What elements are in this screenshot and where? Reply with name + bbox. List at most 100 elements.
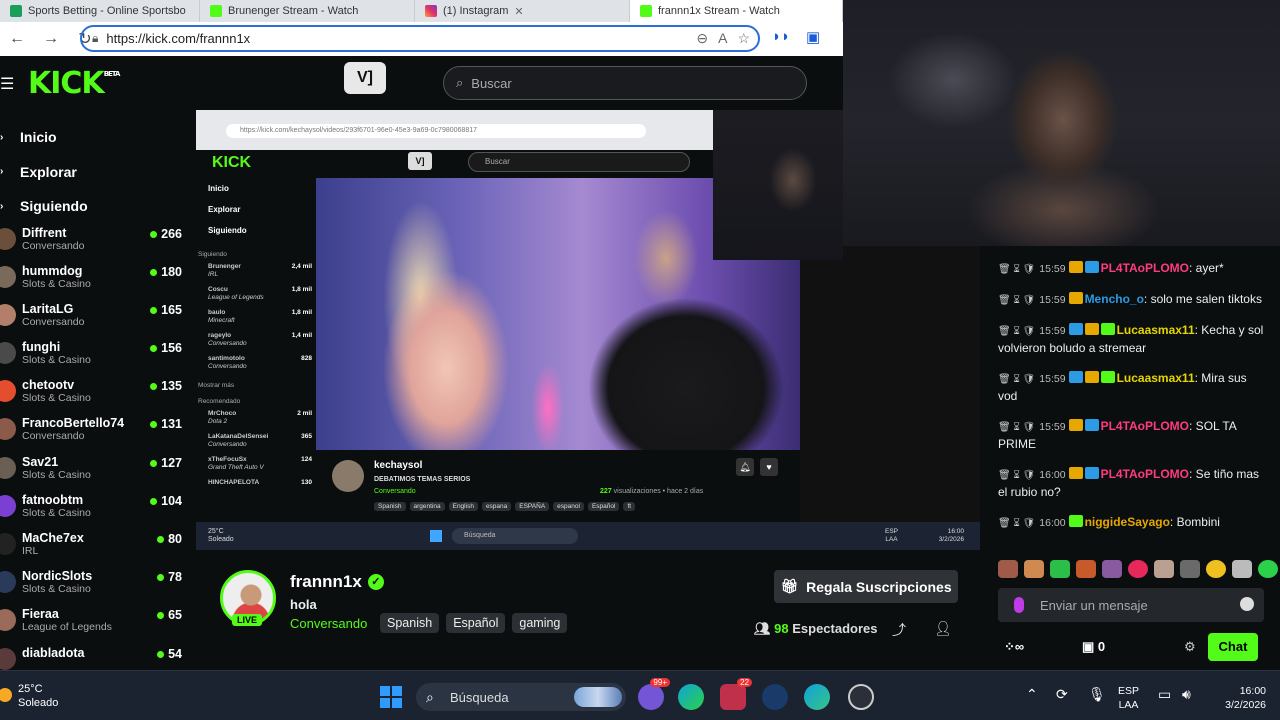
emote-icon[interactable] bbox=[1180, 560, 1200, 578]
taskbar-search[interactable]: ⌕ Búsqueda bbox=[416, 683, 626, 711]
sidebar-item-explorar[interactable]: › Explorar bbox=[0, 155, 190, 190]
kick-logo[interactable]: KICKBETA bbox=[28, 66, 120, 101]
moderation-icons[interactable]: 🗑︎ ⏳︎ 🛡︎ bbox=[998, 470, 1035, 481]
chat-username[interactable]: Lucaasmax11 bbox=[1117, 323, 1195, 337]
emote-icon[interactable] bbox=[1128, 560, 1148, 578]
chat-username[interactable]: PL4TAoPLOMO bbox=[1101, 261, 1189, 275]
send-chat-button[interactable]: Chat bbox=[1208, 633, 1258, 661]
weather-widget[interactable]: 25°C Soleado bbox=[0, 682, 58, 710]
chat-username[interactable]: PL4TAoPLOMO bbox=[1101, 467, 1189, 481]
emote-icon[interactable] bbox=[1154, 560, 1174, 578]
tab-frannn1x[interactable]: frannn1x Stream - Watch bbox=[630, 0, 843, 22]
channel-name[interactable]: frannn1x ✓ bbox=[290, 572, 384, 592]
sidebar-channel[interactable]: NordicSlots Slots & Casino 78 bbox=[0, 567, 190, 605]
tab-brunenger[interactable]: Brunenger Stream - Watch bbox=[200, 0, 415, 22]
moderation-icons[interactable]: 🗑︎ ⏳︎ 🛡︎ bbox=[998, 422, 1035, 433]
gift-counter[interactable]: ▣ 0 bbox=[1082, 639, 1105, 655]
category-link[interactable]: Conversando bbox=[290, 616, 367, 631]
sidebar-channel[interactable]: diabladota 54 bbox=[0, 644, 190, 670]
avatar bbox=[0, 303, 16, 326]
read-aloud-icon[interactable]: A bbox=[718, 30, 727, 47]
chat-text: : Bombini bbox=[1169, 515, 1220, 529]
edge-dev-icon[interactable] bbox=[804, 684, 830, 710]
gift-subscriptions-button[interactable]: 🎁︎ Regala Suscripciones bbox=[774, 570, 958, 603]
chevron-right-icon: › bbox=[0, 200, 4, 212]
favorite-star-icon[interactable]: ☆ bbox=[737, 30, 750, 47]
sidebar-item-siguiendo[interactable]: › Siguiendo bbox=[0, 189, 190, 224]
moderation-icons[interactable]: 🗑︎ ⏳︎ 🛡︎ bbox=[998, 264, 1035, 275]
zoom-icon[interactable]: ⊖ bbox=[696, 30, 708, 47]
emote-icon[interactable] bbox=[998, 560, 1018, 578]
emoji-icon[interactable] bbox=[1240, 597, 1254, 611]
moderation-icons[interactable]: 🗑︎ ⏳︎ 🛡︎ bbox=[998, 295, 1035, 306]
tag-chip[interactable]: gaming bbox=[512, 613, 568, 633]
stream-title-text: hola bbox=[290, 597, 317, 612]
search-input[interactable]: ⌕ Buscar bbox=[443, 66, 807, 100]
kick-favicon bbox=[210, 5, 222, 17]
sidebar-channel[interactable]: Diffrent Conversando 266 bbox=[0, 224, 190, 262]
chat-badge-icon bbox=[1068, 371, 1083, 383]
menu-icon[interactable]: ☰ bbox=[0, 74, 14, 94]
windows-start-icon[interactable] bbox=[380, 686, 402, 708]
microphone-icon[interactable]: 🎙︎ bbox=[1088, 686, 1106, 703]
url-input[interactable]: 🔒︎ https://kick.com/frannn1x ⊖ A ☆ bbox=[80, 25, 760, 52]
chat-input[interactable]: Enviar un mensaje bbox=[998, 588, 1264, 622]
sidebar-channel[interactable]: Fieraa League of Legends 65 bbox=[0, 605, 190, 643]
chevron-up-icon[interactable]: ⌃ bbox=[1026, 686, 1038, 703]
steam-icon[interactable] bbox=[762, 684, 788, 710]
forward-icon[interactable]: → bbox=[34, 30, 68, 48]
sidebar-channel[interactable]: hummdog Slots & Casino 180 bbox=[0, 262, 190, 300]
emote-icon[interactable] bbox=[1232, 560, 1252, 578]
sidebar-channel[interactable]: funghi Slots & Casino 156 bbox=[0, 338, 190, 376]
chat-username[interactable]: Lucaasmax11 bbox=[1117, 371, 1195, 385]
extension-icon-2[interactable]: ▣ bbox=[806, 28, 820, 46]
chat-panel: 🗑︎ ⏳︎ 🛡︎ 15:59 PL4TAoPLOMO: ayer* 🗑︎ ⏳︎ 🛡︎ 1… bbox=[980, 246, 1280, 670]
chat-message-list: 🗑︎ ⏳︎ 🛡︎ 15:59 PL4TAoPLOMO: ayer* 🗑︎ ⏳︎ 🛡︎ 1… bbox=[980, 246, 1280, 532]
tag-chip[interactable]: Spanish bbox=[380, 613, 440, 633]
sync-icon[interactable]: ⟳ bbox=[1056, 686, 1068, 703]
moderation-icons[interactable]: 🗑︎ ⏳︎ 🛡︎ bbox=[998, 326, 1035, 337]
sidebar-channel[interactable]: Sav21 Slots & Casino 127 bbox=[0, 453, 190, 491]
emote-icon[interactable] bbox=[1076, 560, 1096, 578]
channel-category: Slots & Casino bbox=[22, 506, 91, 519]
edge-icon[interactable] bbox=[678, 684, 704, 710]
chat-username[interactable]: PL4TAoPLOMO bbox=[1101, 419, 1189, 433]
close-tab-icon[interactable]: ✕ bbox=[514, 5, 523, 18]
microphone-icon[interactable] bbox=[1014, 597, 1024, 613]
back-icon[interactable]: ← bbox=[0, 30, 34, 48]
tab-sports-betting[interactable]: Sports Betting - Online Sportsbo bbox=[0, 0, 200, 22]
app-icon-messenger[interactable]: 99+ bbox=[638, 678, 670, 710]
moderation-icons[interactable]: 🗑︎ ⏳︎ 🛡︎ bbox=[998, 374, 1035, 385]
monitor-icon[interactable]: ▭ bbox=[1158, 686, 1171, 703]
share-icon[interactable]: ⤴ bbox=[892, 620, 906, 640]
emote-icon[interactable] bbox=[1050, 560, 1070, 578]
telegram-badge: 22 bbox=[737, 678, 752, 687]
emote-icon[interactable] bbox=[1102, 560, 1122, 578]
emote-icon[interactable] bbox=[1206, 560, 1226, 578]
follow-icon[interactable]: 👤︎ bbox=[934, 620, 952, 637]
app-icon-telegram[interactable]: 22 bbox=[720, 678, 752, 710]
channel-points[interactable]: ⁘∞ bbox=[1004, 639, 1024, 655]
chat-username[interactable]: Mencho_o bbox=[1085, 292, 1144, 306]
tab-instagram[interactable]: (1) Instagram ✕ bbox=[415, 0, 630, 22]
sidebar-channel[interactable]: chetootv Slots & Casino 135 bbox=[0, 376, 190, 414]
taskbar-clock[interactable]: 16:00 3/2/2026 bbox=[1214, 684, 1266, 712]
sidebar-channel[interactable]: fatnoobtm Slots & Casino 104 bbox=[0, 491, 190, 529]
sidebar-channel[interactable]: LaritaLG Conversando 165 bbox=[0, 300, 190, 338]
partner-logo[interactable]: V] bbox=[344, 62, 386, 94]
chrome-icon[interactable] bbox=[848, 684, 874, 710]
sidebar-channel[interactable]: MaChe7ex IRL 80 bbox=[0, 529, 190, 567]
emote-icon[interactable] bbox=[1024, 560, 1044, 578]
volume-icon[interactable]: 🔊︎ bbox=[1182, 686, 1191, 703]
stream-windows-icon bbox=[430, 530, 442, 542]
language-indicator[interactable]: ESP LAA bbox=[1118, 684, 1139, 712]
tag-chip[interactable]: Español bbox=[446, 613, 506, 633]
extension-icon[interactable]: ◗◗ bbox=[772, 28, 790, 45]
moderation-icons[interactable]: 🗑︎ ⏳︎ 🛡︎ bbox=[998, 518, 1035, 529]
sidebar-item-inicio[interactable]: › Inicio bbox=[0, 120, 190, 155]
sidebar-channel[interactable]: FrancoBertello74 Conversando 131 bbox=[0, 414, 190, 452]
emote-icon[interactable] bbox=[1258, 560, 1278, 578]
chat-username[interactable]: niggideSayago bbox=[1085, 515, 1170, 529]
gear-icon[interactable]: ⚙ bbox=[1184, 639, 1196, 655]
search-icon: ⌕ bbox=[426, 689, 434, 705]
